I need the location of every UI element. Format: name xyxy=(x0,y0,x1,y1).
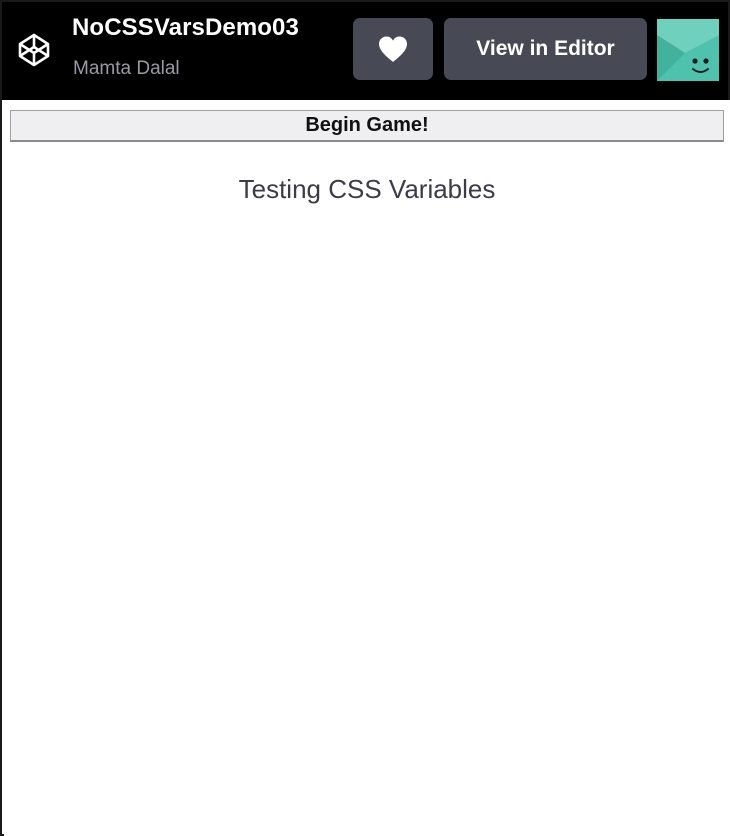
page-heading: Testing CSS Variables xyxy=(238,174,496,204)
result-preview: Begin Game! Testing CSS Variables xyxy=(4,100,730,836)
view-in-editor-button[interactable]: View in Editor xyxy=(444,18,647,80)
embed-header: NoCSSVarsDemo03 Mamta Dalal View in Edit… xyxy=(2,2,728,100)
pen-author[interactable]: Mamta Dalal xyxy=(73,58,180,80)
pen-embed-frame: NoCSSVarsDemo03 Mamta Dalal View in Edit… xyxy=(0,0,730,836)
avatar[interactable] xyxy=(657,19,719,81)
like-button[interactable] xyxy=(353,18,433,80)
heart-icon xyxy=(379,36,407,62)
avatar-smiley-icon xyxy=(657,19,719,81)
pen-title[interactable]: NoCSSVarsDemo03 xyxy=(72,14,299,42)
begin-game-button[interactable]: Begin Game! xyxy=(10,110,724,142)
codepen-logo-icon[interactable] xyxy=(14,30,54,70)
